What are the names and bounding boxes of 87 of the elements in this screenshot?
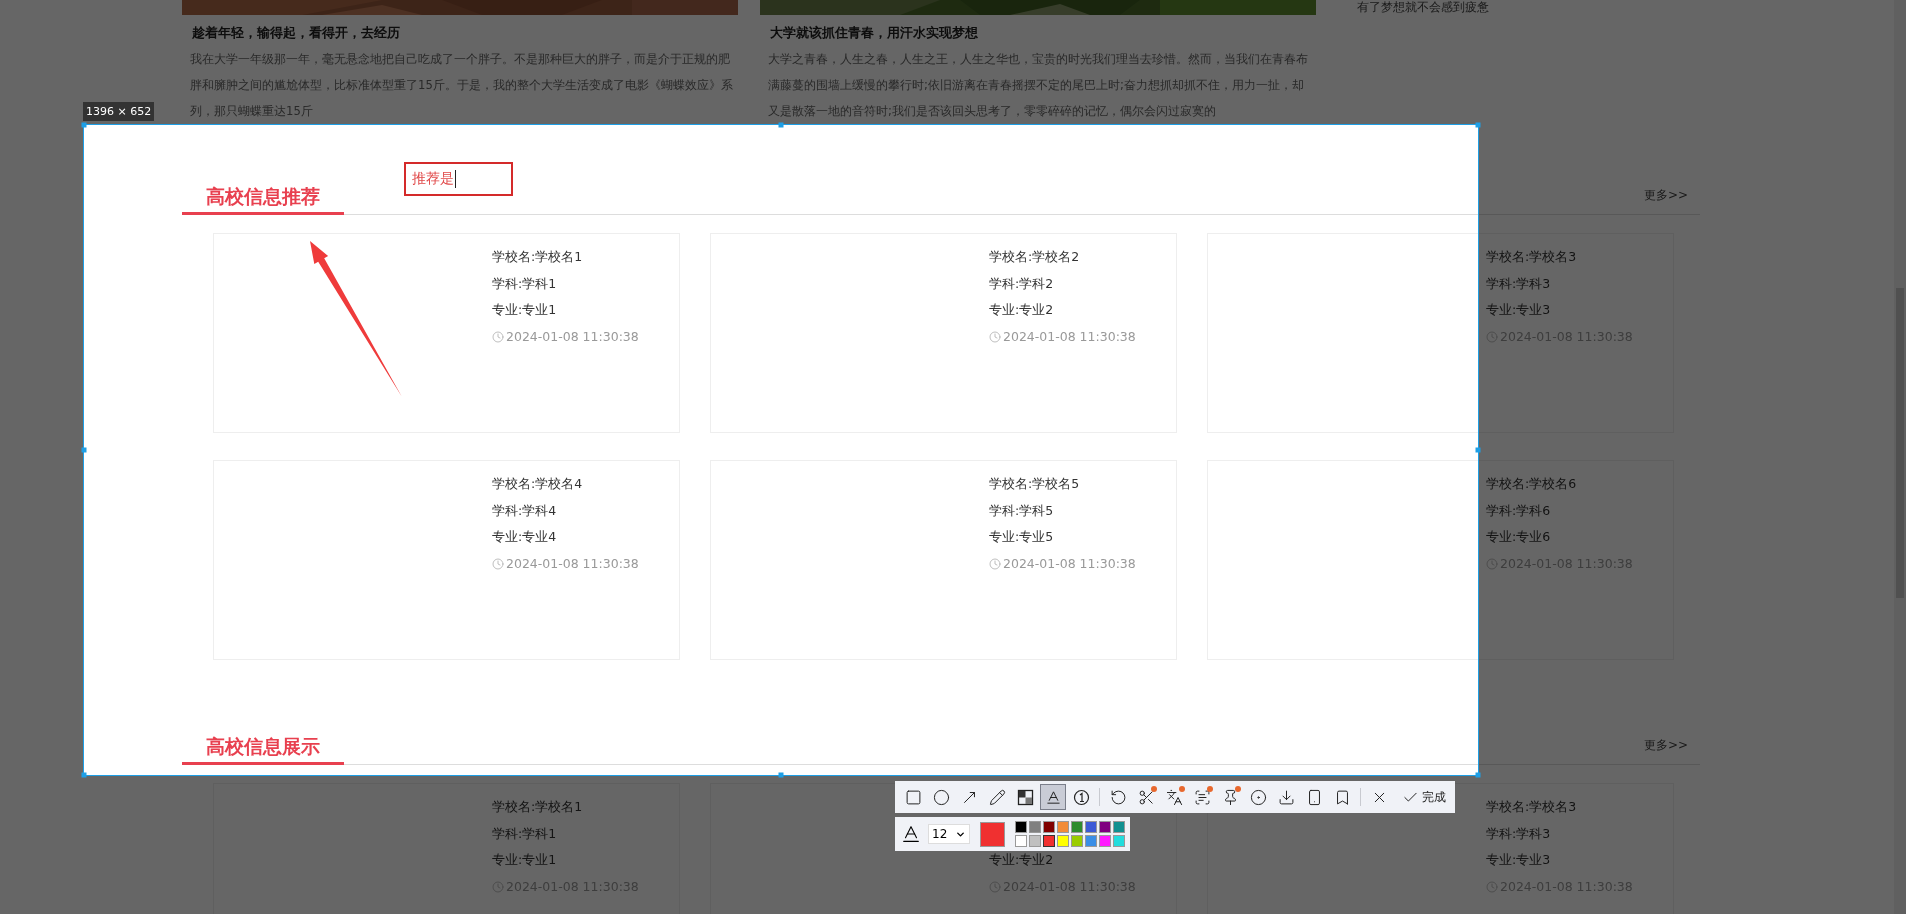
subject-text: 学科:学科5 [989,501,1055,520]
color-swatch[interactable] [1043,821,1055,833]
resize-handle[interactable] [1475,772,1481,778]
pencil-icon [988,788,1006,806]
color-swatch[interactable] [1057,821,1069,833]
resize-handle[interactable] [1475,122,1481,128]
color-swatch[interactable] [1057,835,1069,847]
resize-handle[interactable] [778,122,784,128]
major-text: 专业:专业1 [492,851,558,869]
major-text: 专业:专业4 [492,528,558,546]
school-name: 学校名:学校名6 [1486,475,1578,493]
major-text: 专业:专业5 [989,528,1055,546]
major-text: 专业:专业1 [492,301,558,319]
school-card[interactable]: 学校名:学校名2 学科:学科2 专业:专业2 2024-01-08 11:30:38 [710,233,1177,433]
date-text: 2024-01-08 11:30:38 [1003,554,1136,573]
color-swatch[interactable] [1043,835,1055,847]
color-swatch[interactable] [1029,835,1041,847]
major-text: 专业:专业3 [1486,851,1552,869]
subject-text: 学科:学科6 [1486,501,1552,520]
text-tool[interactable] [1040,784,1066,810]
color-swatch[interactable] [1113,835,1125,847]
scissors-icon [1137,788,1155,806]
section-title: 高校信息推荐 [182,180,344,215]
major-text: 专业:专业6 [1486,528,1552,546]
subject-text: 学科:学科1 [492,824,558,843]
font-size-select[interactable]: 12 [928,824,970,844]
subject-text: 学科:学科3 [1486,274,1552,293]
date-text: 2024-01-08 11:30:38 [506,554,639,573]
school-name: 学校名:学校名1 [492,798,584,816]
done-button[interactable]: 完成 [1398,784,1450,810]
article-title[interactable]: 大学就该抓住青春，用汗水实现梦想 [760,15,1316,43]
sidebar-link[interactable]: 有了梦想就不会感到疲惫 [1357,0,1697,14]
resize-handle[interactable] [778,772,784,778]
color-swatch[interactable] [1015,835,1027,847]
school-name: 学校名:学校名3 [1486,798,1578,816]
date-text: 2024-01-08 11:30:38 [506,327,639,346]
section-title: 高校信息展示 [182,730,344,765]
color-swatch[interactable] [1099,835,1111,847]
school-card[interactable]: 学校名:学校名4 学科:学科4 专业:专业4 2024-01-08 11:30:38 [213,460,680,660]
major-text: 专业:专业2 [989,301,1055,319]
font-icon [900,823,922,845]
school-card[interactable]: 学校名:学校名1 学科:学科1 专业:专业1 2024-01-08 11:30:38 [213,233,680,433]
color-swatch[interactable] [1029,821,1041,833]
color-swatch[interactable] [1085,821,1097,833]
color-swatch[interactable] [1015,821,1027,833]
school-name: 学校名:学校名3 [1486,248,1578,266]
resize-handle[interactable] [81,447,87,453]
selection-size-label: 1396 × 652 [83,102,155,121]
current-color-swatch[interactable] [980,821,1005,847]
article-title[interactable]: 趁着年轻，输得起，看得开，去经历 [182,15,738,43]
color-swatch[interactable] [1071,821,1083,833]
text-tool-icon [1044,788,1062,806]
resize-handle[interactable] [81,772,87,778]
scan-text-icon [1193,788,1211,806]
subject-text: 学科:学科1 [492,274,558,293]
subject-text: 学科:学科2 [989,274,1055,293]
circle-icon [932,788,950,806]
numbered-circle-icon [1072,788,1090,806]
major-text: 专业:专业2 [989,851,1055,869]
school-name: 学校名:学校名5 [989,475,1081,493]
color-swatch[interactable] [1085,835,1097,847]
school-card[interactable]: 学校名:学校名5 学科:学科5 专业:专业5 2024-01-08 11:30:38 [710,460,1177,660]
major-text: 专业:专业3 [1486,301,1552,319]
rectangle-icon [904,788,922,806]
record-icon [1249,788,1267,806]
subject-text: 学科:学科3 [1486,824,1552,843]
more-link[interactable]: 更多>> [1643,737,1688,754]
school-name: 学校名:学校名1 [492,248,584,266]
annotation-text-field[interactable]: 推荐是 [404,162,513,196]
subject-text: 学科:学科4 [492,501,558,520]
more-link[interactable]: 更多>> [1643,187,1688,204]
mosaic-icon [1016,788,1034,806]
clock-icon [492,557,504,570]
download-icon [1277,788,1295,806]
color-swatch[interactable] [1071,835,1083,847]
date-text: 2024-01-08 11:30:38 [1003,327,1136,346]
resize-handle[interactable] [1475,447,1481,453]
school-name: 学校名:学校名4 [492,475,584,493]
clock-icon [989,557,1001,570]
translate-icon [1165,788,1183,806]
clock-icon [989,330,1001,343]
color-swatch[interactable] [1099,821,1111,833]
color-swatch[interactable] [1113,821,1125,833]
school-name: 学校名:学校名2 [989,248,1081,266]
undo-icon [1109,788,1127,806]
clock-icon [492,330,504,343]
resize-handle[interactable] [81,122,87,128]
